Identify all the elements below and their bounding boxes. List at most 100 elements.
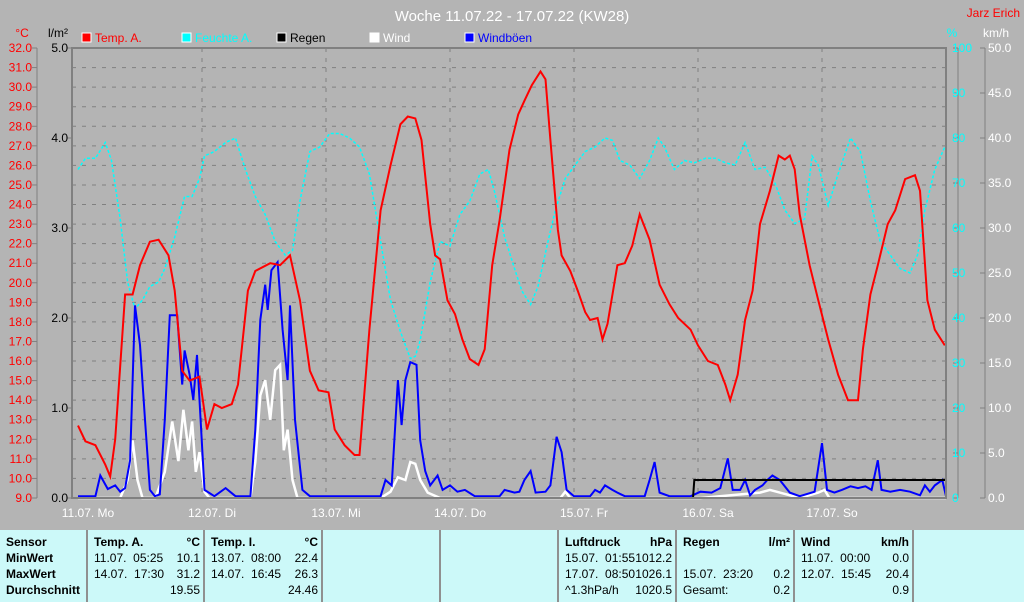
stats-row: 24.46 <box>211 582 318 598</box>
stats-cell: 1020.5 <box>635 583 672 597</box>
wind-tick-label: 25.0 <box>988 266 1012 280</box>
humidity-tick-label: 70 <box>952 176 966 190</box>
legend-swatch <box>369 32 380 43</box>
stats-cell: 13.07. 08:00 <box>211 551 282 565</box>
legend-swatch <box>276 32 287 43</box>
humidity-tick-label: 90 <box>952 86 966 100</box>
x-tick-label: 11.07. Mo <box>62 506 115 520</box>
stats-cell: Durchschnitt <box>6 583 81 597</box>
stats-column: Luftdruck hPa 15.07. 01:55 1012.2 17.07. 08:… <box>559 530 677 602</box>
legend-label: Feuchte A. <box>195 31 252 45</box>
stats-cell: l/m² <box>768 535 790 549</box>
stats-column: Temp. A. °C 11.07. 05:25 10.1 14.07. 17:30 31… <box>88 530 205 602</box>
x-tick-label: 16.07. Sa <box>682 506 734 520</box>
x-tick-label: 17.07. So <box>806 506 858 520</box>
legend-swatch <box>81 32 92 43</box>
stats-row: Gesamt: 0.2 <box>683 582 790 598</box>
stats-row: 12.07. 15:45 20.4 <box>801 566 909 582</box>
x-tick-label: 14.07. Do <box>434 506 486 520</box>
humidity-tick-label: 10 <box>952 446 966 460</box>
stats-row: Sensor <box>6 534 83 550</box>
temp-axis-label: °C <box>15 26 29 40</box>
temp-tick-label: 19.0 <box>9 295 33 309</box>
stats-cell: 10.1 <box>176 551 200 565</box>
temp-tick-label: 23.0 <box>9 217 33 231</box>
stats-cell: 0.0 <box>892 551 909 565</box>
stats-row: Temp. I. °C <box>211 534 318 550</box>
stats-cell: Wind <box>801 535 831 549</box>
stats-cell: 0.9 <box>892 583 909 597</box>
stats-row: 15.07. 01:55 1012.2 <box>565 550 672 566</box>
rain-tick-label: 0.0 <box>51 491 68 505</box>
stats-cell: 1026.1 <box>635 567 672 581</box>
grid <box>72 48 946 498</box>
wind-tick-label: 40.0 <box>988 131 1012 145</box>
stats-row: 11.07. 00:00 0.0 <box>801 550 909 566</box>
temp-tick-label: 29.0 <box>9 100 33 114</box>
stats-row: 14.07. 16:45 26.3 <box>211 566 318 582</box>
wind-tick-label: 30.0 <box>988 221 1012 235</box>
temp-tick-label: 26.0 <box>9 158 33 172</box>
wind-tick-label: 0.0 <box>988 491 1005 505</box>
temp-tick-label: 24.0 <box>9 198 33 212</box>
stats-column <box>323 530 441 602</box>
wind-tick-label: 50.0 <box>988 41 1012 55</box>
stats-row: Wind km/h <box>801 534 909 550</box>
x-tick-label: 13.07. Mi <box>311 506 360 520</box>
temp-tick-label: 18.0 <box>9 315 33 329</box>
wind-tick-label: 45.0 <box>988 86 1012 100</box>
stats-row: MinWert <box>6 550 83 566</box>
rain-tick-label: 3.0 <box>51 221 68 235</box>
temp-tick-label: 14.0 <box>9 393 33 407</box>
humidity-axis-label: % <box>947 26 958 40</box>
temp-tick-label: 28.0 <box>9 119 33 133</box>
stats-row: ^1.3hPa/h 1020.5 <box>565 582 672 598</box>
temp-tick-label: 13.0 <box>9 413 33 427</box>
humidity-tick-label: 0 <box>952 491 959 505</box>
temp-tick-label: 22.0 <box>9 237 33 251</box>
stats-cell: 14.07. 16:45 <box>211 567 282 581</box>
stats-cell: 22.4 <box>294 551 318 565</box>
user-name: Jarz Erich <box>967 6 1020 20</box>
humidity-tick-label: 100 <box>952 41 972 55</box>
stats-cell: Gesamt: <box>683 583 729 597</box>
plot-frame <box>71 47 947 499</box>
stats-cell: 15.07. 23:20 <box>683 567 754 581</box>
legend-label: Temp. A. <box>95 31 142 45</box>
stats-column: Sensor MinWert MaxWert Durchschnitt <box>0 530 88 602</box>
stats-row: 14.07. 17:30 31.2 <box>94 566 200 582</box>
chart-title: Woche 11.07.22 - 17.07.22 (KW28) <box>395 8 630 25</box>
stats-cell: Luftdruck <box>565 535 621 549</box>
stats-row: 0.9 <box>801 582 909 598</box>
temp-tick-label: 25.0 <box>9 178 33 192</box>
stats-cell: 17.07. 08:50 <box>565 567 636 581</box>
stats-cell: 0.2 <box>773 583 790 597</box>
legend-swatch <box>464 32 475 43</box>
temp-tick-label: 9.0 <box>15 491 32 505</box>
stats-cell: MaxWert <box>6 567 56 581</box>
stats-cell: 0.2 <box>773 567 790 581</box>
rain-tick-label: 2.0 <box>51 311 68 325</box>
stats-cell: 31.2 <box>176 567 200 581</box>
rain-tick-label: 4.0 <box>51 131 68 145</box>
stats-cell: km/h <box>880 535 909 549</box>
stats-cell: °C <box>304 535 318 549</box>
stats-table: Sensor MinWert MaxWert Durchschnitt Temp. A.… <box>0 530 1024 602</box>
stats-column: Wind km/h 11.07. 00:00 0.0 12.07. 15:45 20.4 0… <box>795 530 914 602</box>
stats-cell: 24.46 <box>287 583 318 597</box>
stats-row: 15.07. 23:20 0.2 <box>683 566 790 582</box>
stats-cell: Temp. I. <box>211 535 256 549</box>
stats-cell: 14.07. 17:30 <box>94 567 165 581</box>
humidity-tick-label: 40 <box>952 311 966 325</box>
humidity-tick-label: 60 <box>952 221 966 235</box>
stats-column <box>441 530 559 602</box>
stats-cell: hPa <box>649 535 672 549</box>
stats-cell: Sensor <box>6 535 47 549</box>
legend-label: Regen <box>290 31 325 45</box>
series-lines <box>77 69 947 500</box>
stats-row: Durchschnitt <box>6 582 83 598</box>
stats-row: 19.55 <box>94 582 200 598</box>
rain-tick-label: 1.0 <box>51 401 68 415</box>
stats-column: Regen l/m² 15.07. 23:20 0.2 Gesamt: 0.2 <box>677 530 795 602</box>
rain-axis-label: l/m² <box>48 26 68 40</box>
